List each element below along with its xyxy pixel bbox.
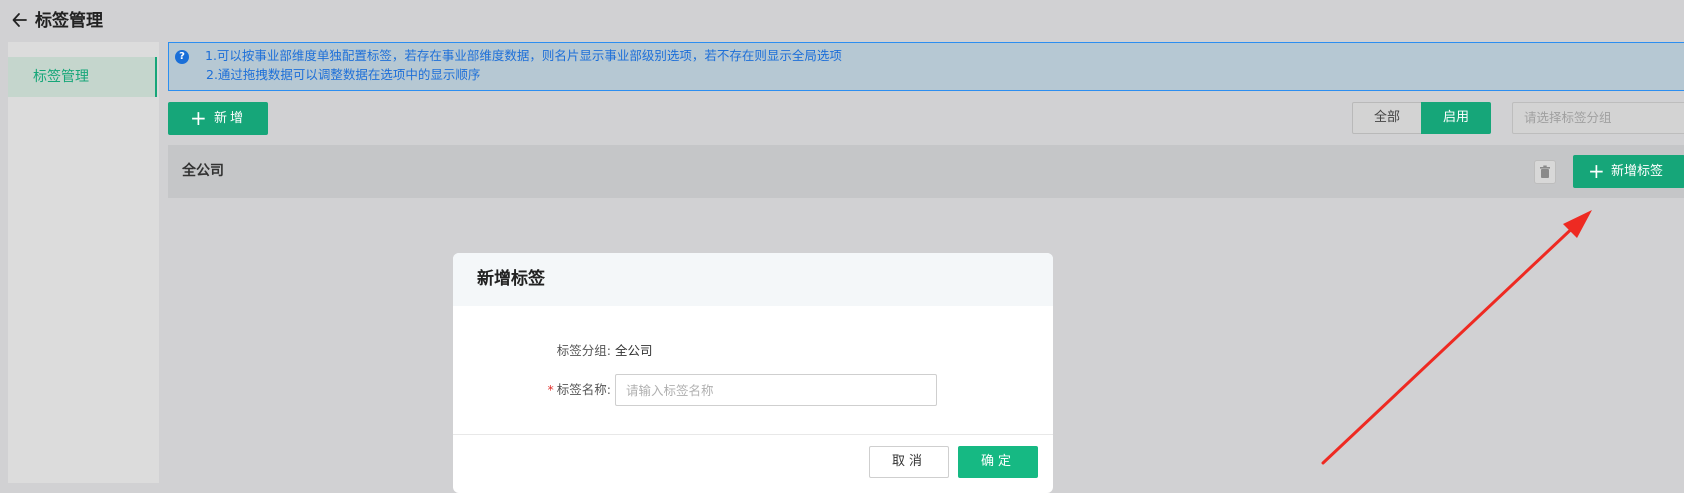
cancel-button[interactable]: 取消 [869, 446, 949, 478]
dialog-divider [453, 434, 1053, 435]
arrow-left-icon[interactable] [12, 10, 28, 30]
add-tag-button[interactable]: + 新增标签 [1573, 155, 1684, 188]
info-notice: ? 1.可以按事业部维度单独配置标签，若存在事业部维度数据，则名片显示事业部级别… [168, 42, 1684, 91]
add-tag-dialog: 新增标签 标签分组: 全公司 *标签名称: 取消 确定 [453, 253, 1053, 493]
group-name: 全公司 [182, 163, 224, 179]
notice-line-1: 1.可以按事业部维度单独配置标签，若存在事业部维度数据，则名片显示事业部级别选项… [205, 48, 842, 63]
confirm-button[interactable]: 确定 [958, 446, 1038, 478]
add-button-label: 新增 [214, 111, 247, 126]
filter-all-button[interactable]: 全部 [1352, 102, 1422, 134]
group-row: 全公司 + 新增标签 [168, 145, 1684, 198]
tag-group-select[interactable]: 请选择标签分组 [1512, 102, 1684, 134]
sidebar: 标签管理 [8, 42, 159, 483]
dialog-title: 新增标签 [477, 269, 545, 289]
required-mark: * [547, 382, 554, 397]
page-title: 标签管理 [35, 11, 103, 31]
trash-icon [1540, 165, 1550, 178]
delete-group-button[interactable] [1534, 160, 1556, 184]
group-label: 标签分组: [556, 343, 611, 358]
sidebar-item-label: 标签管理 [33, 69, 89, 85]
tag-name-input[interactable] [615, 374, 937, 406]
group-value: 全公司 [615, 343, 653, 358]
top-bar: 标签管理 [0, 0, 1684, 42]
tag-group-select-placeholder: 请选择标签分组 [1524, 110, 1612, 125]
add-button[interactable]: + 新增 [168, 102, 268, 135]
name-label-wrap: * 标签名称: [493, 382, 611, 398]
name-label: 标签名称: [556, 382, 611, 397]
filter-enabled-button[interactable]: 启用 [1421, 102, 1491, 134]
plus-icon: + [190, 106, 207, 130]
sidebar-item-tag-management[interactable]: 标签管理 [8, 57, 157, 97]
plus-icon: + [1588, 159, 1605, 183]
add-tag-button-label: 新增标签 [1611, 164, 1664, 179]
dialog-header: 新增标签 [453, 253, 1053, 306]
notice-line-2: 2.通过拖拽数据可以调整数据在选项中的显示顺序 [206, 67, 481, 82]
question-circle-icon: ? [175, 50, 189, 64]
